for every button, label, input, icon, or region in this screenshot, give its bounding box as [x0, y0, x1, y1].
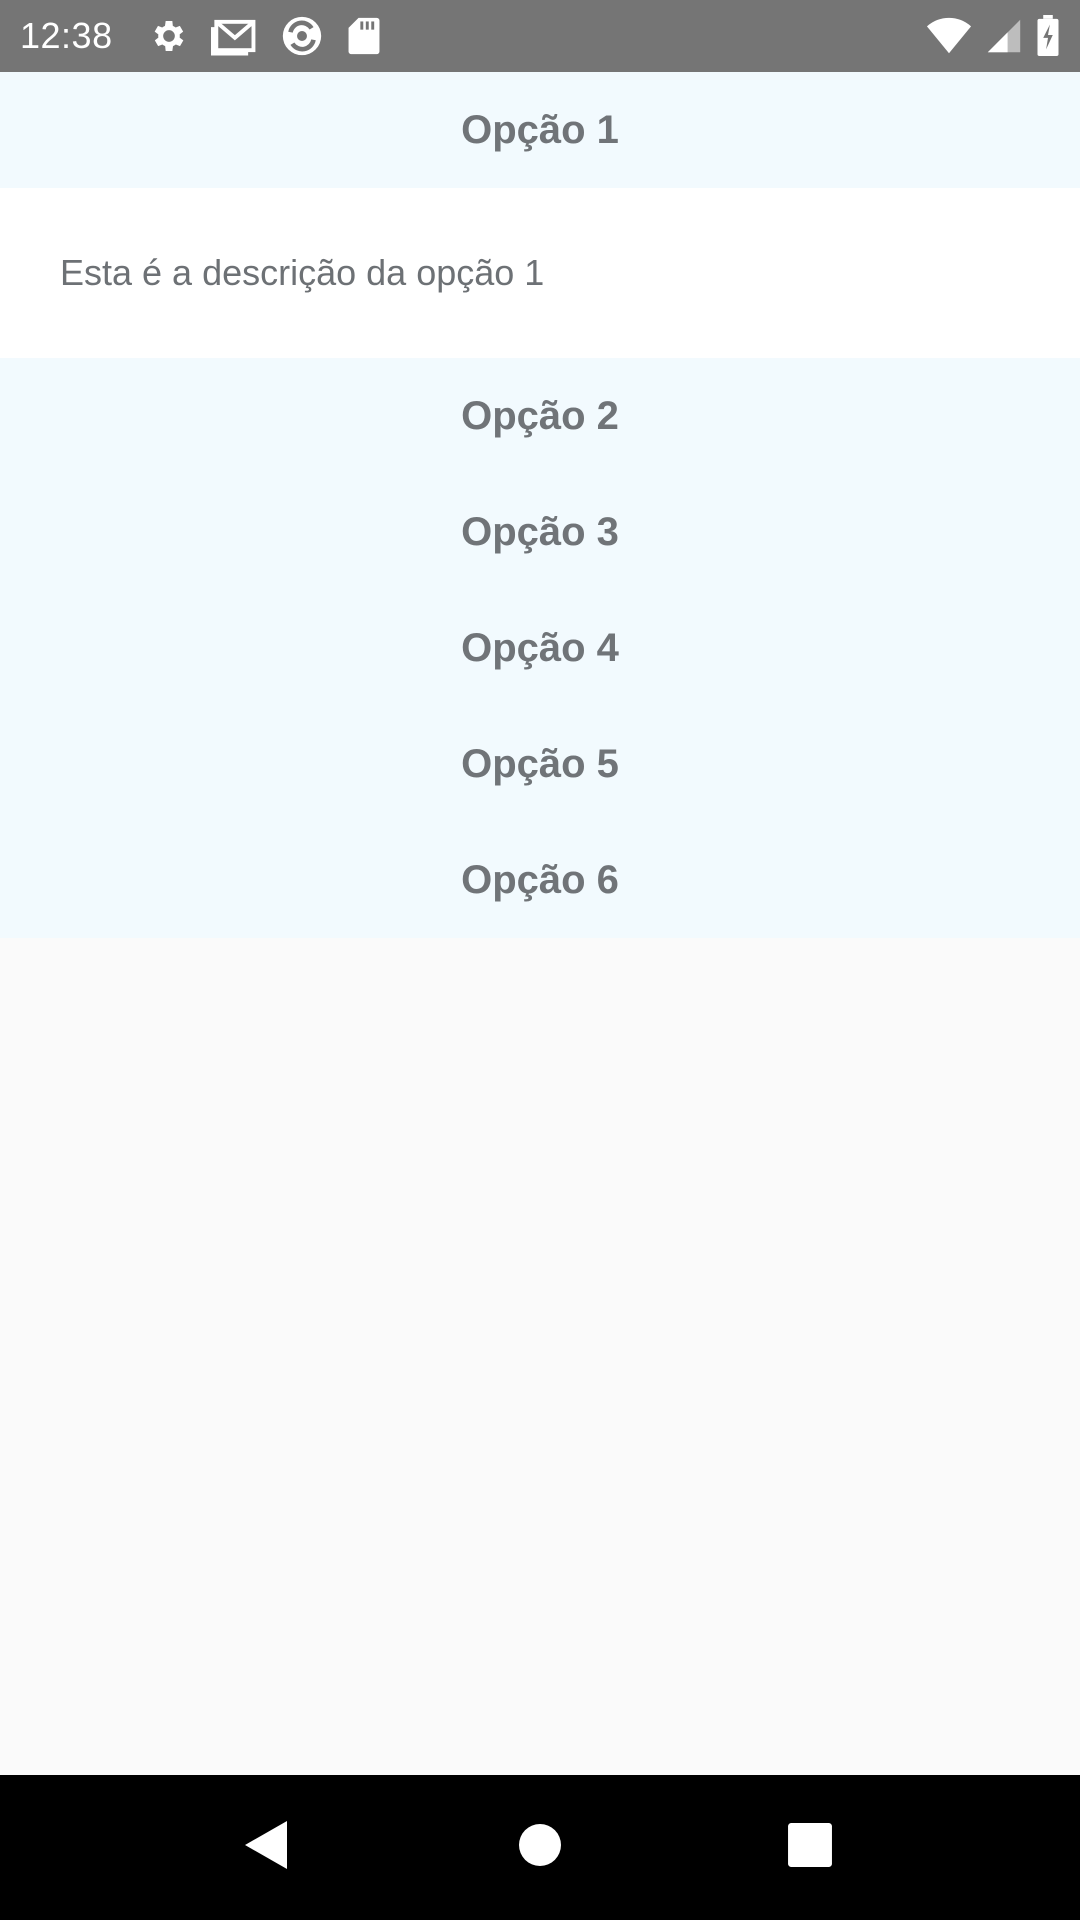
wifi-icon [926, 16, 972, 56]
accordion-header-option-5[interactable]: Opção 5 [0, 706, 1080, 822]
accordion-list: Opção 1 Esta é a descrição da opção 1 Op… [0, 72, 1080, 1775]
accordion-header-option-6[interactable]: Opção 6 [0, 822, 1080, 938]
sd-card-icon [347, 16, 381, 56]
status-bar: 12:38 [0, 0, 1080, 72]
settings-icon [149, 16, 189, 56]
option-1-description: Esta é a descrição da opção 1 [60, 252, 545, 293]
back-button[interactable] [187, 1775, 347, 1920]
status-icons-left [149, 13, 381, 59]
home-button[interactable] [460, 1775, 620, 1920]
accordion-header-option-1[interactable]: Opção 1 [0, 72, 1080, 188]
home-icon [518, 1823, 562, 1872]
accordion-panel-option-1: Esta é a descrição da opção 1 [0, 188, 1080, 358]
accordion-header-option-3[interactable]: Opção 3 [0, 474, 1080, 590]
recents-icon [787, 1822, 833, 1873]
back-icon [243, 1819, 291, 1876]
accordion-header-option-2[interactable]: Opção 2 [0, 358, 1080, 474]
navigation-bar [0, 1775, 1080, 1920]
recents-button[interactable] [730, 1775, 890, 1920]
gmail-icon [210, 16, 257, 56]
accordion-header-option-4[interactable]: Opção 4 [0, 590, 1080, 706]
status-icons-right [926, 15, 1060, 57]
battery-charging-icon [1036, 15, 1060, 57]
cell-signal-icon [986, 18, 1022, 54]
sync-app-icon [279, 13, 325, 59]
status-time: 12:38 [20, 15, 113, 56]
